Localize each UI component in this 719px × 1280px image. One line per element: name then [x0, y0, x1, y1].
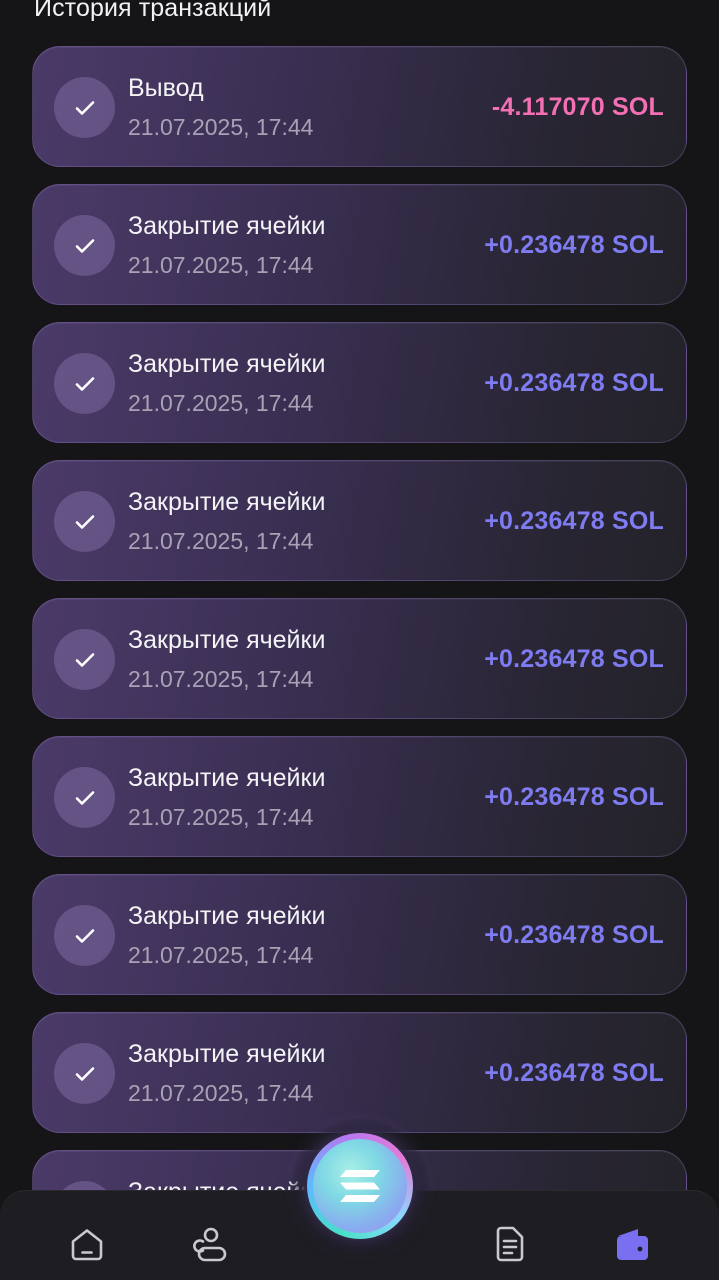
friends-icon[interactable]: [189, 1223, 231, 1265]
transaction-title: Закрытие ячейки: [128, 350, 326, 378]
check-icon: [54, 1043, 115, 1104]
transaction-amount: +0.236478 SOL: [484, 507, 664, 535]
transaction-date: 21.07.2025, 17:44: [128, 1080, 314, 1106]
transaction-date: 21.07.2025, 17:44: [128, 942, 314, 968]
transaction-title: Закрытие ячейки: [128, 1040, 326, 1068]
transaction-item[interactable]: Закрытие ячейки 21.07.2025, 17:44 +0.236…: [32, 1012, 687, 1133]
check-icon: [54, 905, 115, 966]
transaction-amount: +0.236478 SOL: [484, 783, 664, 811]
check-icon: [54, 629, 115, 690]
transaction-title: Закрытие ячейки: [128, 212, 326, 240]
transaction-title: Закрытие ячейки: [128, 764, 326, 792]
solana-button[interactable]: [307, 1133, 413, 1239]
check-icon: [54, 353, 115, 414]
transaction-item[interactable]: Закрытие ячейки 21.07.2025, 17:44 +0.236…: [32, 184, 687, 305]
transaction-history-screen: История транзакций Вывод 21.07.2025, 17:…: [0, 0, 719, 1280]
home-icon[interactable]: [66, 1223, 108, 1265]
check-icon: [54, 491, 115, 552]
transaction-date: 21.07.2025, 17:44: [128, 804, 314, 830]
transaction-date: 21.07.2025, 17:44: [128, 528, 314, 554]
transaction-amount: +0.236478 SOL: [484, 921, 664, 949]
transaction-date: 21.07.2025, 17:44: [128, 390, 314, 416]
transaction-amount: +0.236478 SOL: [484, 369, 664, 397]
transaction-title: Закрытие ячейки: [128, 626, 326, 654]
transaction-item[interactable]: Закрытие ячейки 21.07.2025, 17:44 +0.236…: [32, 598, 687, 719]
page-title: История транзакций: [34, 0, 272, 22]
transaction-title: Вывод: [128, 74, 204, 102]
wallet-icon[interactable]: [611, 1223, 653, 1265]
transaction-date: 21.07.2025, 17:44: [128, 666, 314, 692]
check-icon: [54, 215, 115, 276]
transaction-amount: +0.236478 SOL: [484, 645, 664, 673]
transaction-item[interactable]: Закрытие ячейки 21.07.2025, 17:44 +0.236…: [32, 460, 687, 581]
transaction-amount: +0.236478 SOL: [484, 231, 664, 259]
transaction-amount: +0.236478 SOL: [484, 1059, 664, 1087]
transaction-title: Закрытие ячейки: [128, 902, 326, 930]
transaction-title: Закрытие ячейки: [128, 488, 326, 516]
solana-icon: [313, 1139, 407, 1233]
check-icon: [54, 77, 115, 138]
check-icon: [54, 767, 115, 828]
transaction-item[interactable]: Закрытие ячейки 21.07.2025, 17:44 +0.236…: [32, 874, 687, 995]
transaction-list[interactable]: Вывод 21.07.2025, 17:44 -4.117070 SOL За…: [32, 46, 687, 1280]
transaction-amount: -4.117070 SOL: [491, 93, 664, 121]
document-icon[interactable]: [489, 1223, 531, 1265]
transaction-item[interactable]: Вывод 21.07.2025, 17:44 -4.117070 SOL: [32, 46, 687, 167]
transaction-item[interactable]: Закрытие ячейки 21.07.2025, 17:44 +0.236…: [32, 322, 687, 443]
transaction-item[interactable]: Закрытие ячейки 21.07.2025, 17:44 +0.236…: [32, 736, 687, 857]
transaction-date: 21.07.2025, 17:44: [128, 252, 314, 278]
transaction-date: 21.07.2025, 17:44: [128, 114, 314, 140]
